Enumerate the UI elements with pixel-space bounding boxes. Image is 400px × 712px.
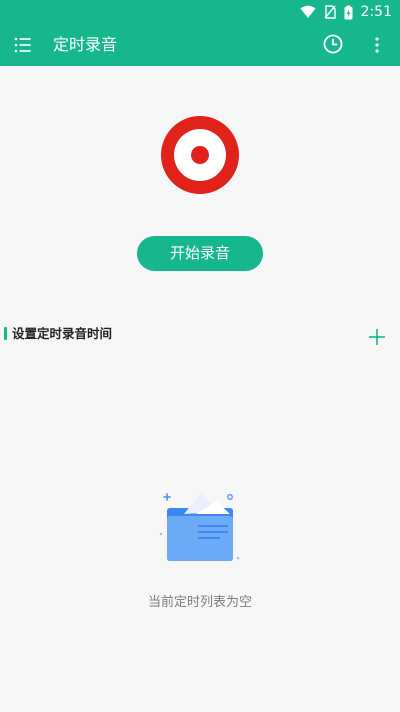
status-icons: 2:51 (300, 3, 392, 21)
clock-icon[interactable] (322, 33, 344, 55)
record-target-icon[interactable] (160, 115, 240, 195)
battery-charging-icon (344, 5, 353, 19)
start-recording-button[interactable]: 开始录音 (137, 236, 263, 271)
app-bar: 定时录音 (0, 24, 400, 66)
wifi-icon (300, 5, 316, 18)
section-title: 设置定时录音时间 (12, 326, 113, 341)
status-bar: 2:51 (0, 0, 400, 24)
no-sim-icon (324, 5, 336, 19)
section-accent-bar (4, 327, 7, 340)
status-time: 2:51 (360, 4, 392, 20)
empty-state-text: 当前定时列表为空 (147, 595, 252, 610)
more-vert-icon[interactable] (369, 36, 385, 54)
add-icon[interactable] (368, 328, 386, 346)
menu-list-icon[interactable] (14, 36, 32, 54)
empty-folder-illustration (159, 493, 240, 561)
page-title: 定时录音 (53, 35, 118, 54)
